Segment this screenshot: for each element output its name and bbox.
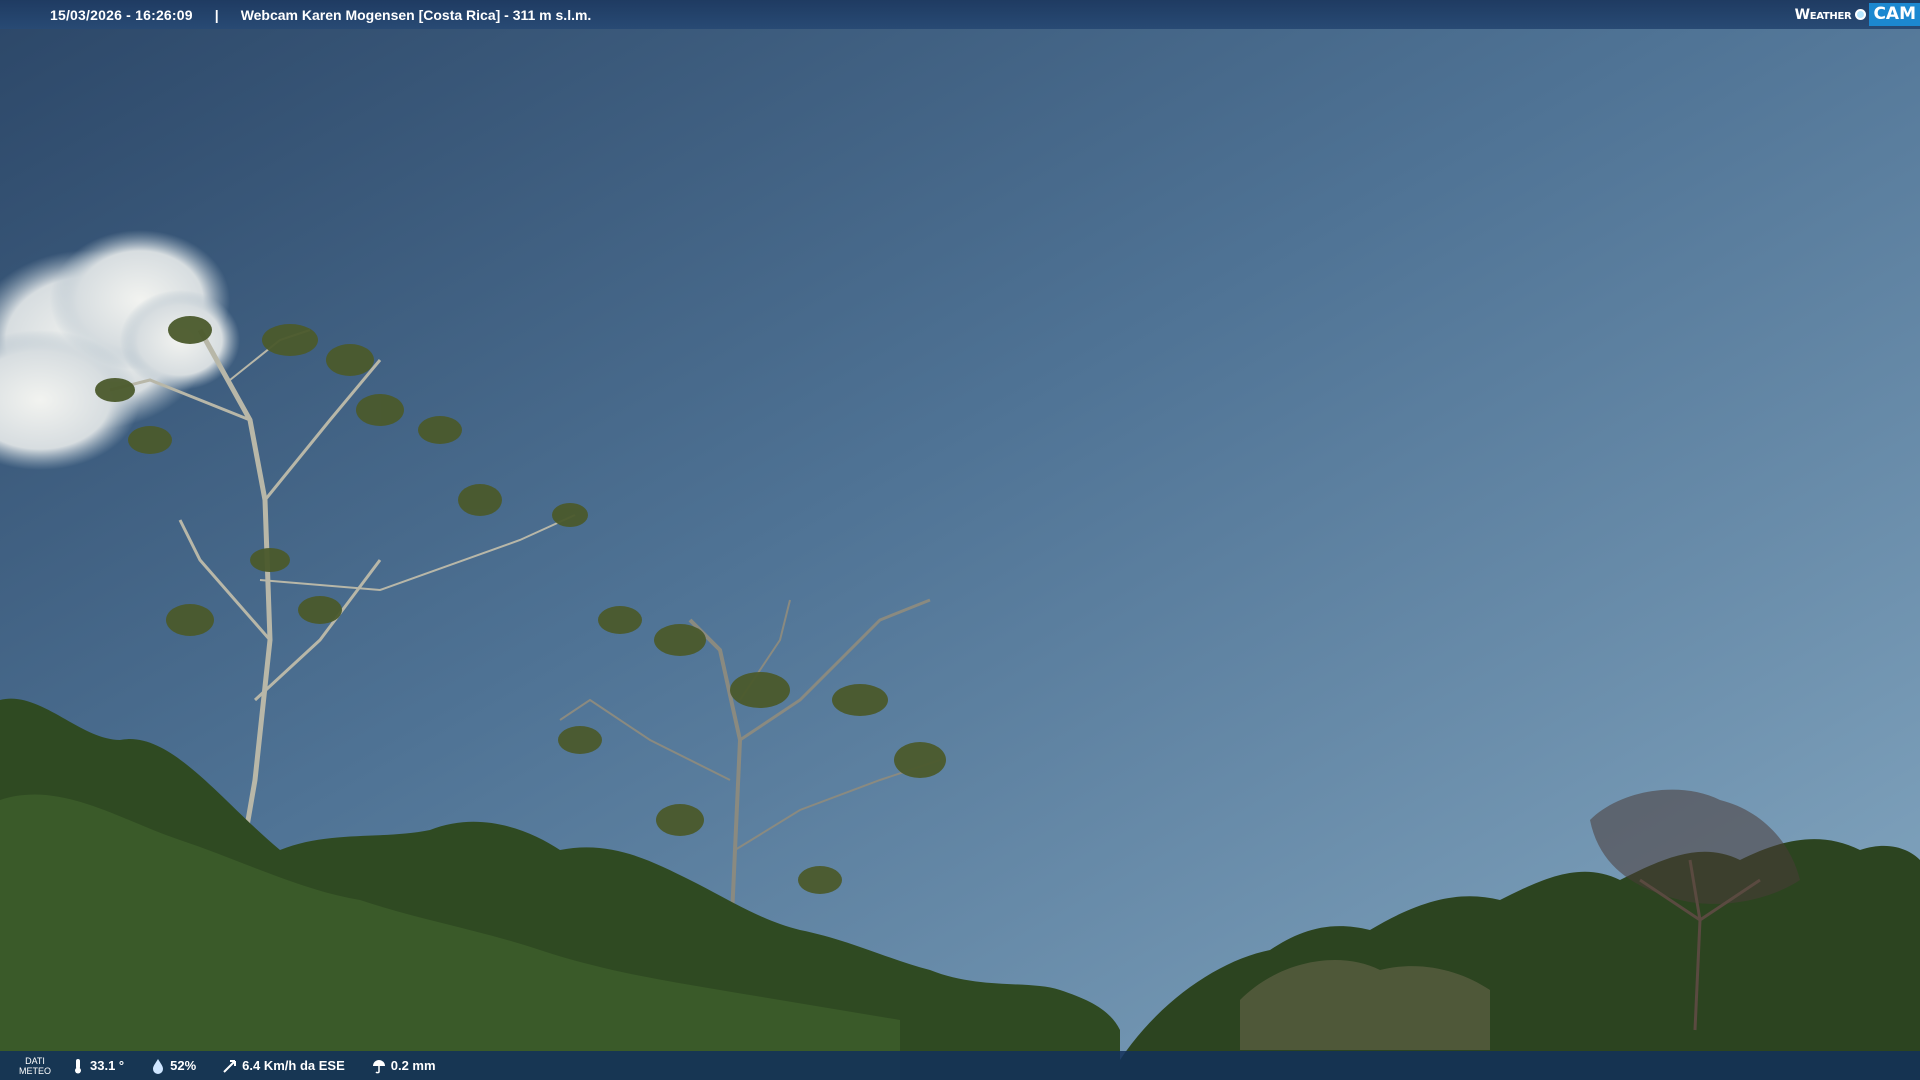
rain-icon [372, 1059, 385, 1073]
humidity-reading: 52% [150, 1058, 196, 1074]
humidity-icon [153, 1058, 164, 1074]
logo-weather-text: Weather [1794, 6, 1852, 23]
weathercam-logo[interactable]: Weather CAM [1795, 0, 1920, 29]
rain-value: 0.2 mm [390, 1058, 436, 1073]
weather-data-label: DATI METEO [18, 1055, 51, 1076]
weather-data-bar: DATI METEO 33.1 ° 52% 6.4 Km/h da ESE 0.… [0, 1051, 1920, 1080]
header-separator: | [214, 6, 219, 23]
webcam-frame: 15/03/2026 - 16:26:09 | Webcam Karen Mog… [0, 0, 1920, 1080]
webcam-image [0, 0, 1920, 1080]
wind-value: 6.4 Km/h da ESE [242, 1058, 345, 1073]
logo-cam-text: CAM [1869, 3, 1920, 26]
wind-arrow-icon [223, 1059, 237, 1073]
rain-reading: 0.2 mm [371, 1058, 436, 1074]
humidity-value: 52% [170, 1058, 197, 1073]
temperature-value: 33.1 ° [90, 1058, 125, 1073]
datetime: 15/03/2026 - 16:26:09 [50, 6, 193, 23]
temperature-reading: 33.1 ° [70, 1058, 124, 1074]
thermometer-icon [75, 1058, 81, 1073]
logo-dot-icon [1855, 9, 1867, 20]
webcam-title: Webcam Karen Mogensen [Costa Rica] - 311… [240, 6, 592, 23]
header-bar: 15/03/2026 - 16:26:09 | Webcam Karen Mog… [0, 0, 1920, 29]
wind-reading: 6.4 Km/h da ESE [222, 1058, 345, 1074]
